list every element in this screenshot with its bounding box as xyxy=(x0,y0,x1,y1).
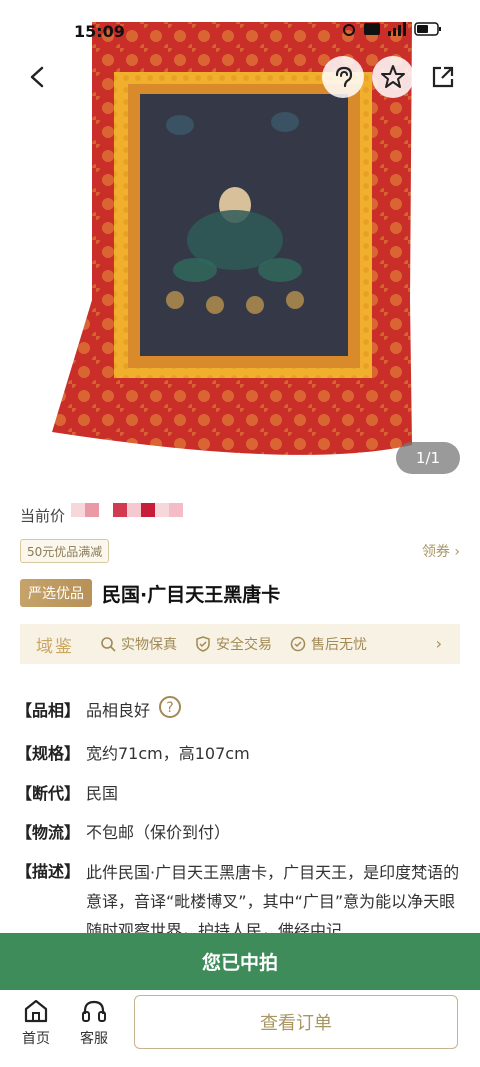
coupon-badge: 50元优品满减 xyxy=(20,539,110,563)
check-circle-icon xyxy=(290,636,306,652)
attr-size: 【规格】 宽约71cm，高107cm xyxy=(16,740,250,764)
attr-description: 【描述】 xyxy=(16,858,86,882)
guarantee-authentic: 实物保真 xyxy=(100,634,177,654)
selection-tag: 严选优品 xyxy=(20,579,92,607)
attr-key: 【品相】 xyxy=(16,701,81,720)
guarantee-safe: 安全交易 xyxy=(195,634,272,654)
status-icons xyxy=(342,22,442,36)
attr-logistics: 【物流】 不包邮（保价到付） xyxy=(16,819,230,843)
get-coupon-link[interactable]: 领券 › xyxy=(422,541,460,561)
attr-condition: 【品相】 品相良好 ? xyxy=(16,695,182,721)
svg-text:?: ? xyxy=(166,700,173,716)
share-icon xyxy=(432,66,454,88)
help-icon[interactable]: ? xyxy=(158,695,182,719)
guarantee-bar[interactable]: 域鉴 实物保真 安全交易 售后无忧 › xyxy=(20,624,460,664)
star-icon xyxy=(381,65,405,88)
guarantee-brand: 域鉴 xyxy=(36,636,74,657)
description-text: 此件民国·广目天王黑唐卡，广目天王，是印度梵语的意译，音译“毗楼博叉”，其中“广… xyxy=(86,863,460,940)
ear-icon xyxy=(335,66,353,88)
home-icon xyxy=(24,999,48,1023)
service-tab[interactable]: 客服 xyxy=(74,998,114,1048)
shield-icon xyxy=(196,636,210,652)
product-image[interactable]: 15:09 1/1 xyxy=(0,0,480,485)
price-label: 当前价 xyxy=(20,507,66,525)
status-bar: 15:09 xyxy=(0,0,480,62)
home-label: 首页 xyxy=(22,1031,50,1047)
chevron-left-icon xyxy=(30,66,44,88)
alarm-icon xyxy=(343,24,355,36)
accessibility-button[interactable] xyxy=(322,56,364,98)
price-row: 当前价 xyxy=(20,493,184,526)
home-tab[interactable]: 首页 xyxy=(16,998,56,1048)
attr-value: 不包邮（保价到付） xyxy=(86,823,231,842)
signal-icon xyxy=(388,22,406,36)
attr-value: 品相良好 xyxy=(86,701,151,720)
headset-icon xyxy=(82,1000,106,1022)
attr-period: 【断代】 民国 xyxy=(16,780,118,804)
attr-key: 【描述】 xyxy=(16,862,81,881)
status-time: 15:09 xyxy=(74,22,125,41)
image-counter: 1/1 xyxy=(396,442,460,474)
price-redacted xyxy=(71,502,184,517)
back-button[interactable] xyxy=(20,60,54,94)
won-banner: 您已中拍 xyxy=(0,933,480,990)
attr-key: 【物流】 xyxy=(16,823,81,842)
attr-value: 宽约71cm，高107cm xyxy=(86,744,250,763)
share-button[interactable] xyxy=(422,56,464,98)
title-row: 严选优品 民国·广目天王黑唐卡 xyxy=(20,579,280,607)
guarantee-aftersale: 售后无忧 xyxy=(290,634,367,654)
search-icon xyxy=(101,637,116,652)
battery-icon xyxy=(414,22,441,36)
chevron-right-icon: › xyxy=(435,634,442,653)
attr-key: 【断代】 xyxy=(16,784,81,803)
attr-value: 民国 xyxy=(86,784,119,803)
service-label: 客服 xyxy=(80,1031,108,1047)
product-title: 民国·广目天王黑唐卡 xyxy=(102,583,281,606)
hd-icon xyxy=(364,23,380,35)
favorite-button[interactable] xyxy=(372,56,414,98)
view-order-button[interactable]: 查看订单 xyxy=(134,995,458,1049)
attr-key: 【规格】 xyxy=(16,744,81,763)
bottom-bar: 首页 客服 查看订单 xyxy=(0,990,480,1067)
